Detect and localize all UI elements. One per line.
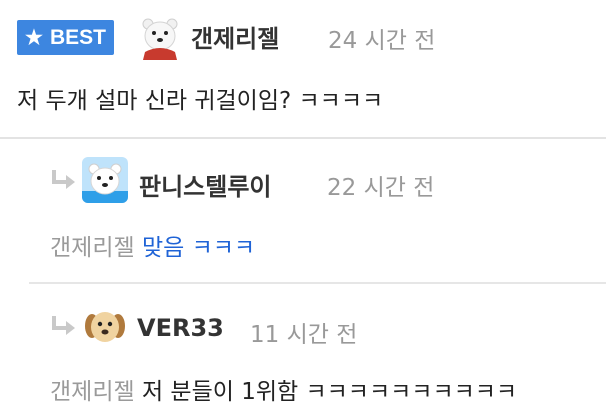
avatar[interactable] [82,304,128,350]
best-badge: ★ BEST [17,20,114,55]
reply-arrow-icon [50,168,78,194]
star-icon: ★ [25,26,43,49]
laugh-text: ㅋㅋㅋ [191,235,256,261]
comment-author[interactable]: 갠제리젤 [191,19,279,54]
comment-author[interactable]: 판니스텔루이 [139,167,271,202]
mention[interactable]: 갠제리젤 [50,235,135,261]
avatar[interactable] [82,157,128,203]
best-comment: ★ BEST 갠제리젤 24 시간 전 저 두개 설마 신라 귀걸이임? ㅋㅋㅋ… [0,0,606,139]
comment-body: 저 두개 설마 신라 귀걸이임? ㅋㅋㅋㅋ [17,88,384,114]
comment-author[interactable]: VER33 [137,314,224,342]
reply-text: 저 분들이 1위함 ㅋㅋㅋㅋㅋㅋㅋㅋㅋㅋ [141,379,518,405]
reply-arrow-icon [50,314,78,340]
comment-time: 24 시간 전 [328,28,436,54]
comment-body: 갠제리젤 저 분들이 1위함 ㅋㅋㅋㅋㅋㅋㅋㅋㅋㅋ [50,372,517,406]
comment-body: 갠제리젤 맞음 ㅋㅋㅋ [50,228,255,262]
highlight-text: 맞음 [141,235,185,261]
comment-time: 11 시간 전 [250,322,358,348]
avatar[interactable] [137,14,183,60]
best-badge-label: BEST [49,25,106,49]
comment-time: 22 시간 전 [327,175,435,201]
mention[interactable]: 갠제리젤 [50,379,135,405]
